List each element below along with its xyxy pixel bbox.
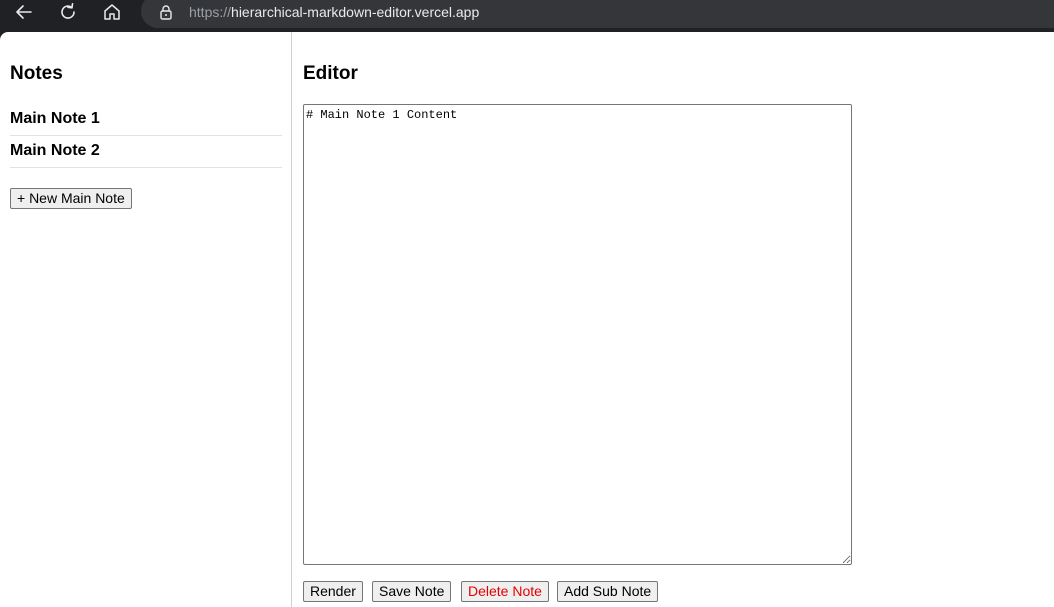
notes-sidebar: Notes Main Note 1 Main Note 2 + New Main… <box>0 32 292 607</box>
add-sub-note-button[interactable]: Add Sub Note <box>557 581 659 602</box>
sidebar-title: Notes <box>10 63 63 84</box>
render-button[interactable]: Render <box>303 581 363 602</box>
note-item-main-note-1[interactable]: Main Note 1 <box>10 104 282 136</box>
reload-button[interactable] <box>50 0 86 24</box>
page-content: Notes Main Note 1 Main Note 2 + New Main… <box>0 32 1054 607</box>
save-note-button[interactable]: Save Note <box>372 581 452 602</box>
markdown-editor-textarea[interactable]: # Main Note 1 Content <box>303 104 852 565</box>
home-icon <box>104 4 120 20</box>
new-main-note-button[interactable]: + New Main Note <box>10 188 132 209</box>
url-scheme: https:// <box>189 4 232 20</box>
browser-toolbar: https://hierarchical-markdown-editor.ver… <box>0 0 1054 32</box>
back-button[interactable] <box>6 0 42 24</box>
arrow-left-icon <box>16 5 32 19</box>
note-item-main-note-2[interactable]: Main Note 2 <box>10 136 282 168</box>
home-button[interactable] <box>94 0 130 24</box>
editor-panel: Editor # Main Note 1 Content Render Save… <box>293 32 1054 607</box>
url-text: https://hierarchical-markdown-editor.ver… <box>189 4 479 20</box>
reload-icon <box>61 3 75 19</box>
editor-title: Editor <box>303 63 358 84</box>
lock-icon <box>160 5 172 20</box>
delete-note-button[interactable]: Delete Note <box>461 581 549 602</box>
address-bar[interactable]: https://hierarchical-markdown-editor.ver… <box>141 0 1054 28</box>
url-host: hierarchical-markdown-editor.vercel.app <box>231 4 480 20</box>
